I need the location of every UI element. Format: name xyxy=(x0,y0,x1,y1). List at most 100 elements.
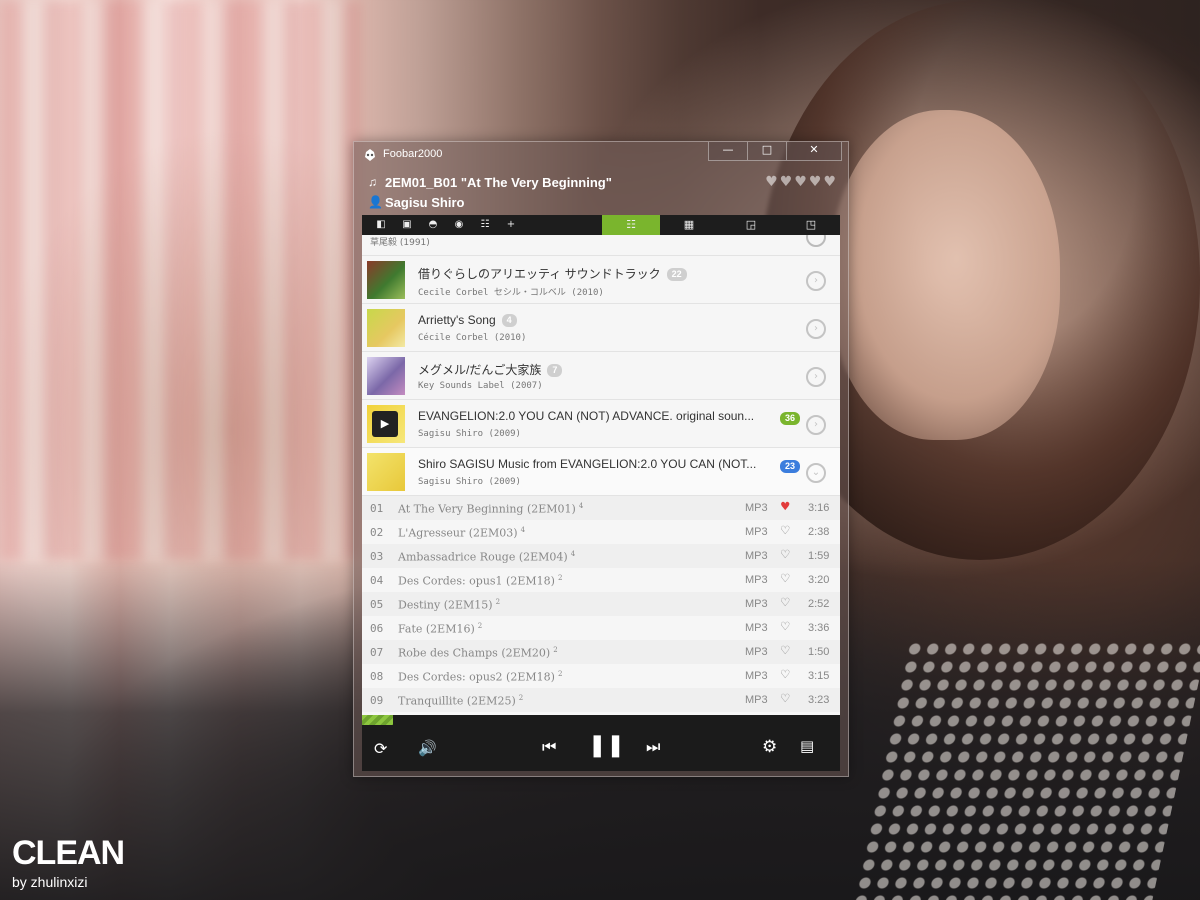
close-button[interactable]: ✕ xyxy=(787,142,842,161)
heart-outline-icon[interactable]: ♡ xyxy=(781,547,789,563)
heart-outline-icon[interactable]: ♡ xyxy=(781,595,789,611)
album-row-playing[interactable]: ▶ EVANGELION:2.0 YOU CAN (NOT) ADVANCE. … xyxy=(362,400,840,448)
track-title: Tranquillite (2EM25) xyxy=(398,694,516,708)
track-row[interactable]: 05 Destiny (2EM15) 2 MP3 ♡ 2:52 xyxy=(362,592,840,616)
rating-heart-icon[interactable]: ♥ xyxy=(794,174,807,190)
track-format: MP3 xyxy=(745,574,768,586)
maximize-button[interactable]: □ xyxy=(748,142,787,161)
album-subtitle: Sagisu Shiro (2009) xyxy=(418,429,521,439)
chevron-down-icon[interactable]: ⌄ xyxy=(806,463,826,483)
track-row[interactable]: 02 L'Agresseur (2EM03) 4 MP3 ♡ 2:38 xyxy=(362,520,840,544)
heart-outline-icon[interactable]: ♡ xyxy=(781,667,789,683)
panel-toggle-icon[interactable]: ▤ xyxy=(800,737,814,755)
album-row[interactable]: Arrietty's Song 4 Cécile Corbel (2010) › xyxy=(362,304,840,352)
previous-track-icon[interactable]: ⏮ xyxy=(542,737,556,757)
layout-icon[interactable]: ◧ xyxy=(368,215,394,235)
window-title: Foobar2000 xyxy=(383,148,443,160)
track-format: MP3 xyxy=(745,622,768,634)
rating-hearts[interactable]: ♥ ♥ ♥ ♥ ♥ xyxy=(765,174,836,190)
track-row[interactable]: 07 Robe des Champs (2EM20) 2 MP3 ♡ 1:50 xyxy=(362,640,840,664)
track-format: MP3 xyxy=(745,502,768,514)
chevron-right-icon[interactable]: › xyxy=(806,415,826,435)
playlist-manager-icon[interactable]: ☷ xyxy=(472,215,498,235)
now-playing-info: ♫ 2EM01_B01 "At The Very Beginning" 👤 Sa… xyxy=(368,172,612,212)
library-list[interactable]: 草尾毅 (1991) 借りぐらしのアリエッティ サウンドトラック 22 Cecil… xyxy=(362,235,840,715)
track-row[interactable]: 09 Tranquillite (2EM25) 2 MP3 ♡ 3:23 xyxy=(362,688,840,712)
track-rating: 4 xyxy=(570,550,576,558)
track-duration: 1:50 xyxy=(808,646,830,658)
settings-gear-icon[interactable]: ⚙ xyxy=(762,737,777,757)
track-duration: 3:15 xyxy=(808,670,830,682)
playback-controls: ⟳ 🔊 ⏮ ❚❚ ⏭ ⚙ ▤ xyxy=(362,725,840,771)
volume-icon[interactable]: 🔊 xyxy=(418,739,437,757)
player-window: Foobar2000 — □ ✕ ♫ 2EM01_B01 "At The Ver… xyxy=(353,141,849,777)
visualizer-icon[interactable]: ◉ xyxy=(446,215,472,235)
heart-outline-icon[interactable]: ♡ xyxy=(781,691,789,707)
track-title: Fate (2EM16) xyxy=(398,622,475,636)
track-count-badge: 23 xyxy=(779,460,800,473)
album-subtitle: 草尾毅 (1991) xyxy=(370,238,430,248)
track-row[interactable]: 01 At The Very Beginning (2EM01) 4 MP3 ♥ … xyxy=(362,496,840,520)
track-format: MP3 xyxy=(745,526,768,538)
track-rating: 2 xyxy=(557,574,563,582)
background-pearls xyxy=(852,640,1200,900)
heart-outline-icon[interactable]: ♡ xyxy=(781,523,789,539)
album-cover xyxy=(367,453,405,491)
track-row[interactable]: 08 Des Cordes: opus2 (2EM18) 2 MP3 ♡ 3:15 xyxy=(362,664,840,688)
heart-outline-icon[interactable]: ♡ xyxy=(781,619,789,635)
track-duration: 3:23 xyxy=(808,694,830,706)
add-icon[interactable]: + xyxy=(498,215,524,235)
track-number: 01 xyxy=(370,502,384,515)
seek-bar[interactable] xyxy=(362,715,840,725)
track-title: At The Very Beginning (2EM01) xyxy=(398,502,576,516)
album-subtitle: Sagisu Shiro (2009) xyxy=(418,477,521,487)
title-bar[interactable]: Foobar2000 — □ ✕ xyxy=(354,142,848,168)
pause-icon[interactable]: ❚❚ xyxy=(588,733,625,758)
track-number: 08 xyxy=(370,670,384,683)
album-title: Shiro SAGISU Music from EVANGELION:2.0 Y… xyxy=(418,457,757,471)
track-rating: 4 xyxy=(578,502,584,510)
album-row-expanded[interactable]: Shiro SAGISU Music from EVANGELION:2.0 Y… xyxy=(362,448,840,496)
track-format: MP3 xyxy=(745,670,768,682)
view-grid-icon[interactable]: ▦ xyxy=(660,215,718,235)
background-face xyxy=(830,110,1060,440)
chevron-right-icon[interactable] xyxy=(806,235,826,247)
next-track-icon[interactable]: ⏭ xyxy=(646,737,660,757)
heart-icon[interactable]: ♥ xyxy=(781,499,789,515)
album-title: 借りぐらしのアリエッティ サウンドトラック xyxy=(418,267,661,281)
heart-outline-icon[interactable]: ♡ xyxy=(781,643,789,659)
rating-heart-icon[interactable]: ♥ xyxy=(809,174,822,190)
album-row[interactable]: 借りぐらしのアリエッティ サウンドトラック 22 Cecile Corbel セシ… xyxy=(362,256,840,304)
chevron-right-icon[interactable]: › xyxy=(806,319,826,339)
cover-icon[interactable]: ▣ xyxy=(394,215,420,235)
rating-heart-icon[interactable]: ♥ xyxy=(823,174,836,190)
chevron-right-icon[interactable]: › xyxy=(806,367,826,387)
track-rating: 4 xyxy=(520,526,526,534)
minimize-button[interactable]: — xyxy=(708,142,748,161)
view-mini-icon[interactable]: ◳ xyxy=(782,215,840,235)
track-row[interactable]: 06 Fate (2EM16) 2 MP3 ♡ 3:36 xyxy=(362,616,840,640)
rating-heart-icon[interactable]: ♥ xyxy=(780,174,793,190)
track-number: 03 xyxy=(370,550,384,563)
track-count-badge: 7 xyxy=(547,364,563,378)
album-cover: ▶ xyxy=(367,405,405,443)
track-list: 01 At The Very Beginning (2EM01) 4 MP3 ♥ … xyxy=(362,496,840,712)
view-cover-icon[interactable]: ◲ xyxy=(722,215,780,235)
rating-heart-icon[interactable]: ♥ xyxy=(765,174,778,190)
album-cover xyxy=(367,309,405,347)
album-row-partial[interactable]: 草尾毅 (1991) xyxy=(362,235,840,256)
album-row[interactable]: メグメル/だんご大家族 7 Key Sounds Label (2007) › xyxy=(362,352,840,400)
chevron-right-icon[interactable]: › xyxy=(806,271,826,291)
album-subtitle: Key Sounds Label (2007) xyxy=(418,381,543,391)
heart-outline-icon[interactable]: ♡ xyxy=(781,571,789,587)
album-subtitle: Cécile Corbel (2010) xyxy=(418,333,527,343)
play-overlay-icon[interactable]: ▶ xyxy=(372,411,398,437)
view-list-icon[interactable]: ☷ xyxy=(602,215,660,235)
track-row[interactable]: 04 Des Cordes: opus1 (2EM18) 2 MP3 ♡ 3:20 xyxy=(362,568,840,592)
repeat-icon[interactable]: ⟳ xyxy=(374,739,387,758)
track-number: 05 xyxy=(370,598,384,611)
track-number: 09 xyxy=(370,694,384,707)
track-row[interactable]: 03 Ambassadrice Rouge (2EM04) 4 MP3 ♡ 1:5… xyxy=(362,544,840,568)
lyrics-icon[interactable]: ◓ xyxy=(420,215,446,235)
track-format: MP3 xyxy=(745,646,768,658)
